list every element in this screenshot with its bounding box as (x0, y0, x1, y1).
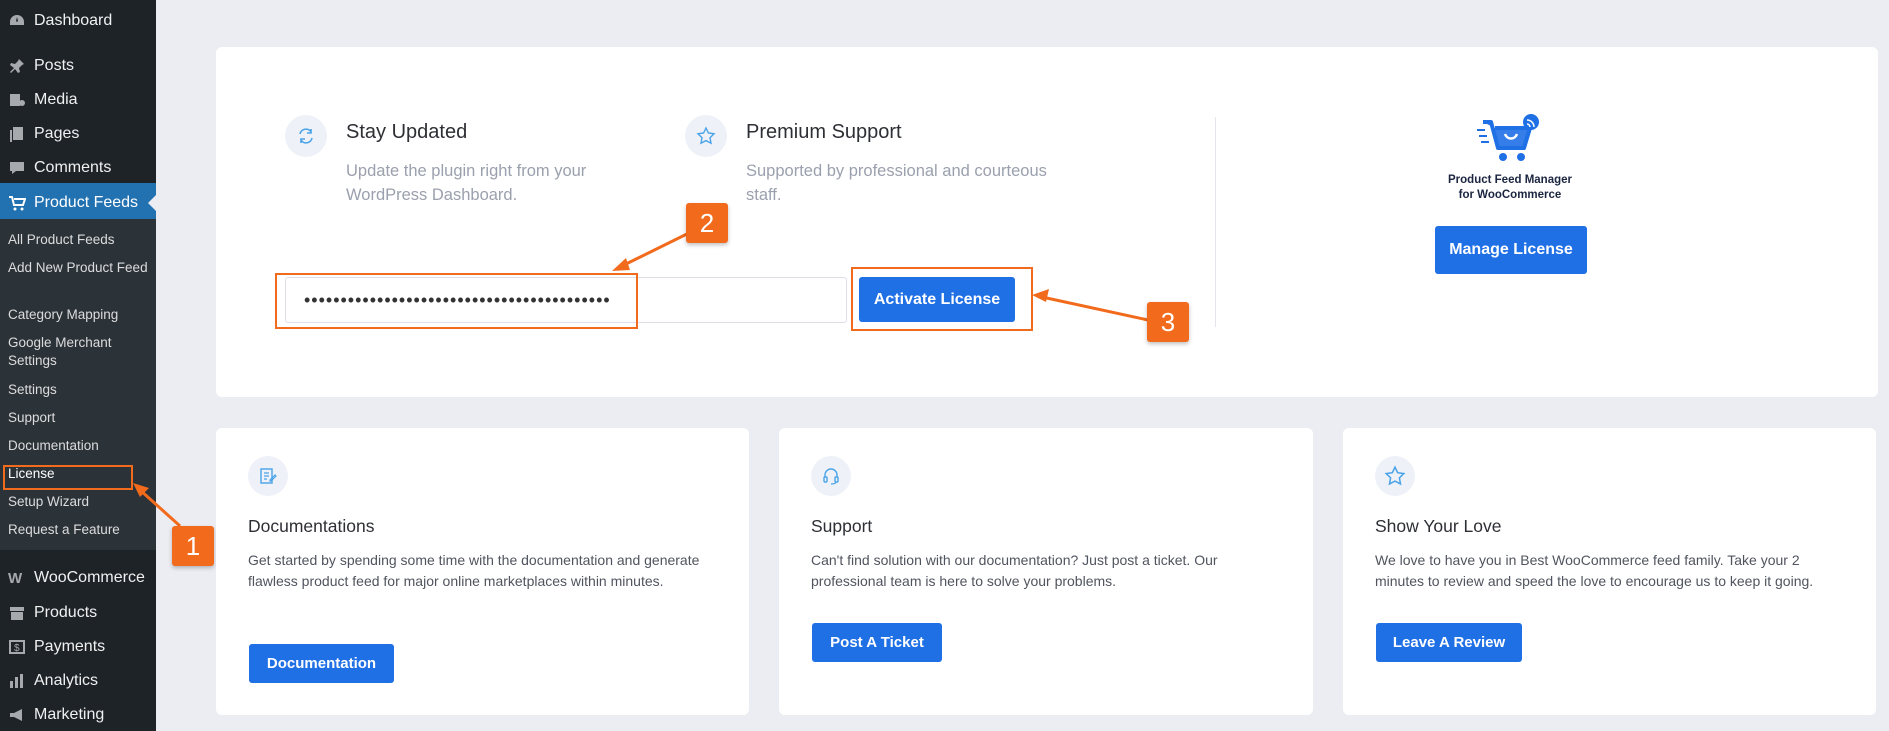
card-desc: Can't find solution with our documentati… (811, 552, 1218, 589)
step-badge-3: 3 (1147, 302, 1189, 342)
show-your-love-card: Show Your Love We love to have you in Be… (1343, 428, 1876, 715)
leave-a-review-button[interactable]: Leave A Review (1376, 623, 1522, 662)
headset-icon (811, 456, 851, 496)
documentation-button[interactable]: Documentation (249, 644, 394, 683)
documentation-card: Documentations Get started by spending s… (216, 428, 749, 715)
step-badge-2: 2 (686, 203, 728, 243)
arrow-3 (1041, 295, 1149, 322)
arrow-2 (621, 228, 696, 268)
edit-doc-icon (248, 456, 288, 496)
arrow-3-head (1032, 289, 1049, 302)
post-a-ticket-button[interactable]: Post A Ticket (812, 623, 942, 662)
card-title: Support (811, 516, 873, 536)
arrow-1 (138, 488, 182, 528)
support-card: Support Can't find solution with our doc… (779, 428, 1313, 715)
step-badge-1: 1 (172, 526, 214, 566)
star-icon (1375, 456, 1415, 496)
card-desc: We love to have you in Best WooCommerce … (1375, 552, 1814, 589)
card-title: Show Your Love (1375, 516, 1502, 536)
card-title: Documentations (248, 516, 375, 536)
card-desc: Get started by spending some time with t… (248, 552, 700, 589)
arrow-2-head (612, 258, 630, 271)
